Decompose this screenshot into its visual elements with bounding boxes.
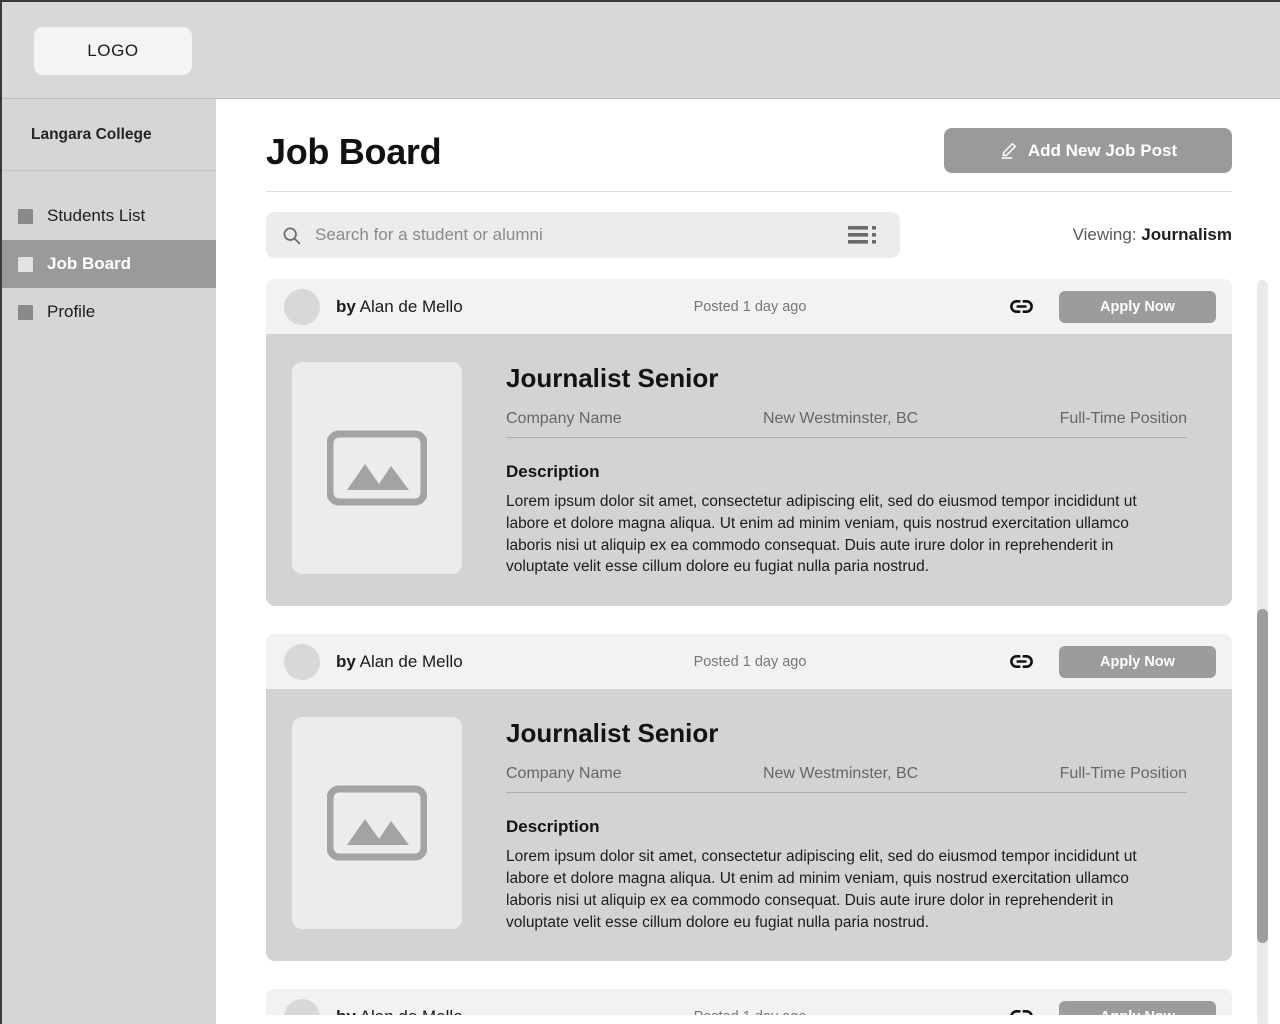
apply-now-button[interactable]: Apply Now — [1059, 645, 1216, 678]
job-company: Company Name — [506, 765, 622, 783]
search-row: Viewing: Journalism — [266, 212, 1232, 258]
top-bar: LOGO — [2, 2, 1280, 99]
job-company: Company Name — [506, 410, 622, 427]
job-description-label: Description — [506, 817, 600, 837]
apply-now-button[interactable]: Apply Now — [1059, 1000, 1216, 1015]
avatar — [284, 643, 320, 680]
square-bullet-icon — [18, 208, 33, 224]
job-post-card-body: Journalist Senior Company Name New Westm… — [266, 689, 1232, 961]
job-post-card-body: Journalist Senior Company Name New Westm… — [266, 334, 1232, 606]
job-post-byline: by Alan de Mello — [336, 297, 463, 317]
sidebar-brand: Langara College — [2, 99, 216, 171]
viewing-value: Journalism — [1141, 225, 1232, 244]
job-post-byline: by Alan de Mello — [336, 1007, 463, 1015]
viewing-label: Viewing: — [1072, 225, 1137, 244]
job-post-info: Journalist Senior Company Name New Westm… — [462, 717, 1187, 933]
scrollbar-thumb[interactable] — [1257, 609, 1268, 943]
sidebar-item-profile[interactable]: Profile — [2, 288, 216, 336]
byline-author: Alan de Mello — [360, 1007, 463, 1015]
square-bullet-icon — [18, 256, 33, 272]
square-bullet-icon — [18, 304, 33, 320]
job-description-label: Description — [506, 462, 600, 481]
image-placeholder-icon — [292, 362, 462, 574]
sidebar: Langara College Students List Job Board … — [2, 99, 216, 1024]
job-post-card-header: by Alan de Mello Posted 1 day ago Apply … — [266, 989, 1232, 1015]
apply-now-button[interactable]: Apply Now — [1059, 290, 1216, 323]
search-icon — [281, 225, 303, 246]
job-post-card-header: by Alan de Mello Posted 1 day ago Apply … — [266, 279, 1232, 334]
sidebar-item-label: Job Board — [47, 254, 132, 273]
job-post-card-header: by Alan de Mello Posted 1 day ago Apply … — [266, 634, 1232, 690]
job-title: Journalist Senior — [506, 363, 719, 393]
job-post-list: by Alan de Mello Posted 1 day ago Apply … — [216, 279, 1280, 1015]
sidebar-item-students-list[interactable]: Students List — [2, 192, 216, 240]
link-icon[interactable] — [1008, 1003, 1035, 1015]
search-bar[interactable] — [266, 212, 900, 258]
job-location: New Westminster, BC — [762, 765, 919, 783]
job-meta-row: Company Name New Westminster, BC Full-Ti… — [506, 765, 1187, 794]
job-post-timestamp: Posted 1 day ago — [694, 1009, 807, 1015]
job-post-timestamp: Posted 1 day ago — [693, 653, 807, 670]
filter-list-icon[interactable] — [848, 224, 878, 246]
job-post-byline: by Alan de Mello — [336, 652, 463, 672]
logo-button[interactable]: LOGO — [34, 27, 192, 75]
image-placeholder-icon — [292, 717, 462, 930]
job-post-card: by Alan de Mello Posted 1 day ago Apply … — [266, 279, 1232, 607]
sidebar-item-label: Students List — [47, 206, 146, 225]
link-icon[interactable] — [1008, 293, 1035, 320]
main-content: Job Board Add New Job Post Search for a … — [216, 99, 1280, 1024]
viewing-filter-status: Viewing: Journalism — [1073, 225, 1232, 245]
byline-author: Alan de Mello — [359, 296, 463, 316]
job-location: New Westminster, BC — [762, 410, 919, 427]
sidebar-item-label: Profile — [47, 302, 96, 321]
logo-label: LOGO — [87, 41, 139, 60]
job-title: Journalist Senior — [506, 718, 719, 749]
avatar — [284, 288, 320, 325]
job-post-timestamp: Posted 1 day ago — [693, 298, 807, 315]
search-input[interactable] — [303, 225, 848, 245]
sidebar-brand-label: Langara College — [31, 125, 152, 143]
byline-prefix: by — [336, 1007, 356, 1015]
avatar — [284, 998, 320, 1015]
page-header: Job Board Add New Job Post — [266, 99, 1232, 192]
job-meta-row: Company Name New Westminster, BC Full-Ti… — [506, 410, 1187, 438]
add-new-job-post-button[interactable]: Add New Job Post — [944, 128, 1232, 173]
job-type: Full-Time Position — [1059, 410, 1187, 427]
byline-prefix: by — [336, 296, 356, 316]
job-type: Full-Time Position — [1059, 765, 1187, 783]
pencil-icon — [999, 141, 1018, 160]
byline-prefix: by — [336, 651, 356, 671]
scrollbar-track[interactable] — [1257, 280, 1268, 1024]
job-description-text: Lorem ipsum dolor sit amet, consectetur … — [506, 848, 1137, 931]
job-description-text: Lorem ipsum dolor sit amet, consectetur … — [506, 493, 1137, 576]
job-post-card: by Alan de Mello Posted 1 day ago Apply … — [266, 989, 1232, 1015]
app-window: LOGO Langara College Students List Job B… — [0, 0, 1280, 1024]
sidebar-nav: Students List Job Board Profile — [2, 171, 216, 336]
job-post-info: Journalist Senior Company Name New Westm… — [462, 362, 1187, 578]
byline-author: Alan de Mello — [359, 651, 463, 671]
sidebar-item-job-board[interactable]: Job Board — [2, 240, 216, 288]
add-new-job-post-label: Add New Job Post — [1027, 140, 1178, 160]
link-icon[interactable] — [1008, 648, 1035, 675]
job-post-card: by Alan de Mello Posted 1 day ago Apply … — [266, 634, 1232, 962]
